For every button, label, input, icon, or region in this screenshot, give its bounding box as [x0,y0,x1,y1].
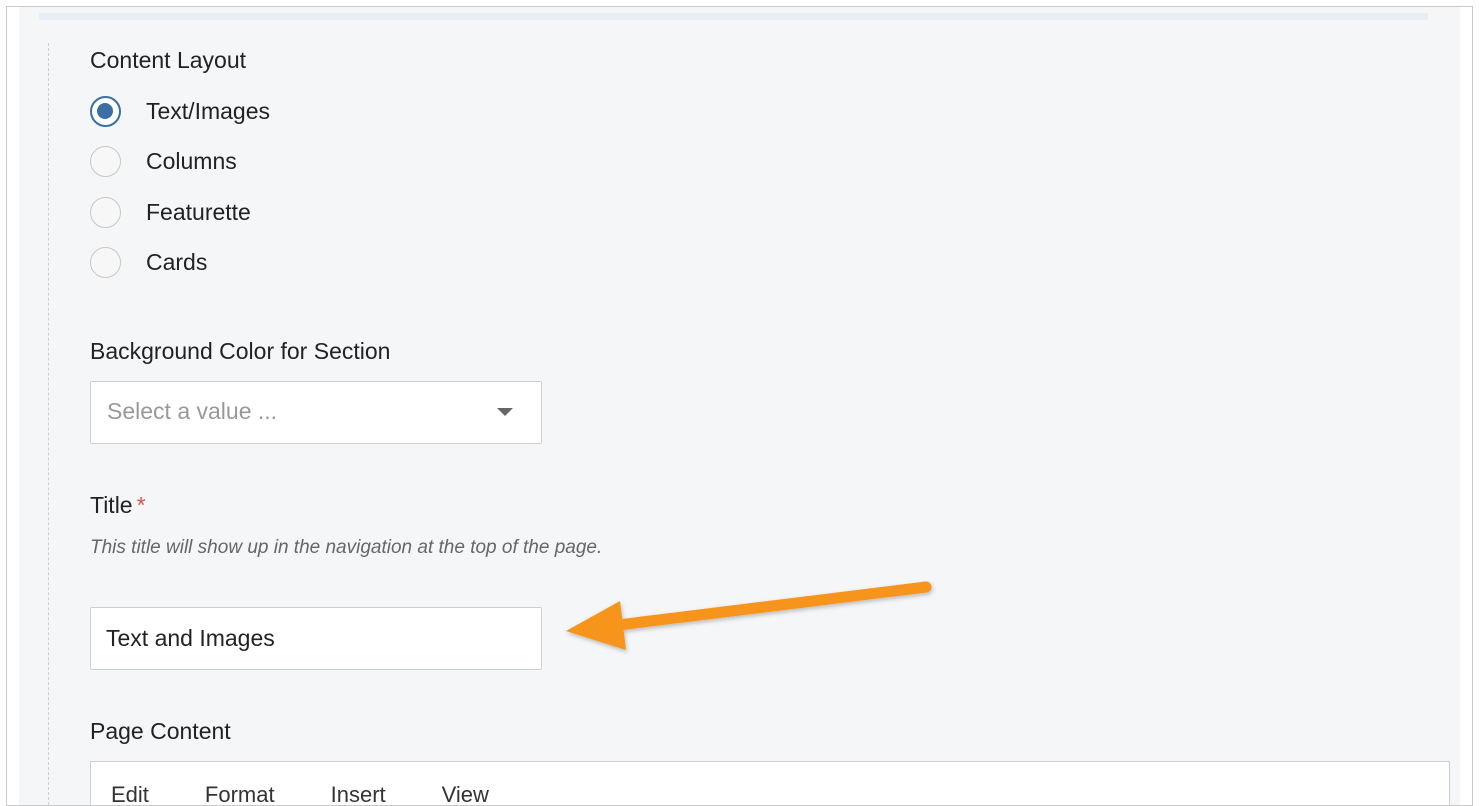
menu-view[interactable]: View [442,782,489,805]
radio-button[interactable] [90,95,121,127]
radio-button[interactable] [90,196,121,228]
menu-insert[interactable]: Insert [331,782,386,805]
select-placeholder: Select a value ... [107,398,278,424]
editor-menu-bar: Edit Format Insert View [111,782,489,805]
radio-option-columns[interactable]: Columns [90,141,237,181]
required-marker: * [136,492,146,518]
page-content-editor[interactable]: Edit Format Insert View [90,761,1450,805]
title-label: Title * [90,492,146,519]
indent-guide [48,43,49,805]
radio-label: Text/Images [146,97,270,124]
content-layout-label: Content Layout [90,47,247,73]
radio-option-cards[interactable]: Cards [90,242,207,282]
radio-label: Cards [146,248,208,275]
form-content: Content Layout Text/Images Columns Featu… [90,7,1460,805]
radio-label: Columns [146,147,237,174]
chevron-down-icon[interactable] [497,408,513,416]
radio-label: Featurette [146,198,251,225]
background-color-label: Background Color for Section [90,338,391,364]
title-input[interactable] [90,607,542,670]
form-panel: Content Layout Text/Images Columns Featu… [19,7,1460,805]
form-frame: Content Layout Text/Images Columns Featu… [6,6,1473,806]
radio-option-featurette[interactable]: Featurette [90,192,251,232]
title-label-text: Title [90,492,133,518]
background-color-select[interactable]: Select a value ... [90,381,542,444]
menu-format[interactable]: Format [205,782,275,805]
radio-option-text-images[interactable]: Text/Images [90,91,270,131]
radio-button[interactable] [90,145,121,177]
radio-button[interactable] [90,246,121,278]
menu-edit[interactable]: Edit [111,782,149,805]
title-help-text: This title will show up in the navigatio… [90,537,603,558]
page-content-label: Page Content [90,718,231,744]
